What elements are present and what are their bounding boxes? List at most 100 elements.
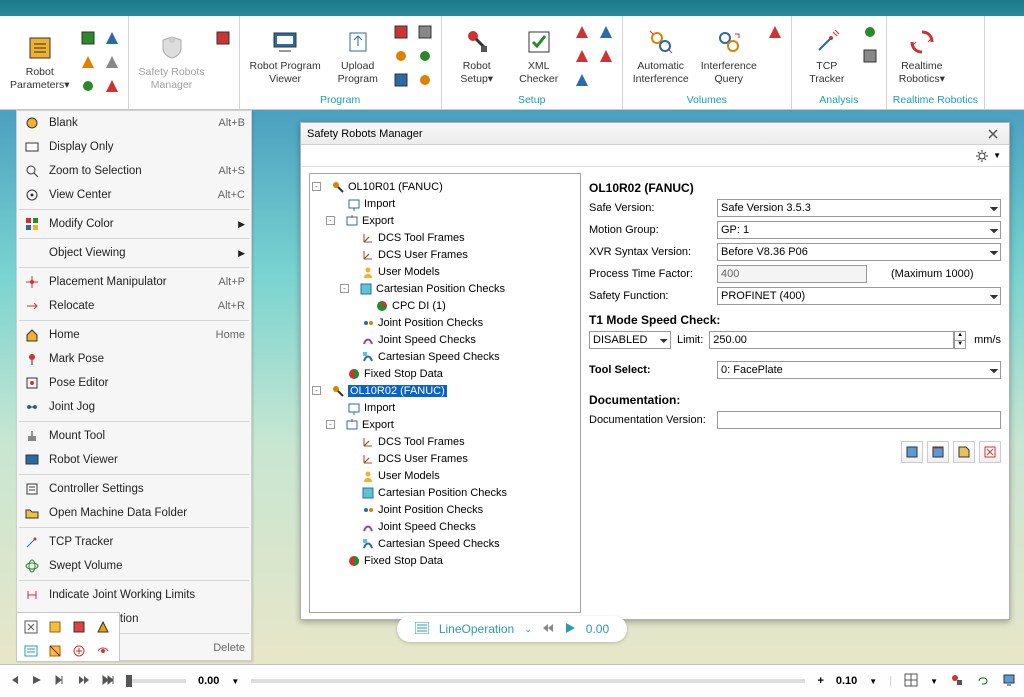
note-icon[interactable] [415,70,435,90]
mt-7[interactable] [69,641,89,661]
tree-node[interactable]: -OL10R01 (FANUC) [312,178,578,195]
gear-icon[interactable] [972,146,992,166]
ball-icon[interactable] [860,46,880,66]
grid-icon[interactable] [904,673,918,690]
viewport[interactable]: BlankAlt+BDisplay OnlyZoom to SelectionA… [0,110,1024,664]
mt-8[interactable] [93,641,113,661]
dialog-title-bar[interactable]: Safety Robots Manager [301,123,1009,145]
ribbon-query-button[interactable]: InterferenceQuery [697,24,761,86]
cube-icon[interactable] [102,76,122,96]
mt-5[interactable] [21,641,41,661]
menu-pose-editor[interactable]: Pose Editor [17,371,251,395]
robot-status-icon[interactable] [950,673,964,690]
menu-relocate[interactable]: RelocateAlt+R [17,294,251,318]
menu-joint-jog[interactable]: Joint Jog [17,395,251,419]
t1-mode-select[interactable]: DISABLED [589,331,671,349]
sq-icon[interactable] [572,22,592,42]
tree-node[interactable]: Fixed Stop Data [312,365,578,382]
tree-node[interactable]: -OL10R02 (FANUC) [312,382,578,399]
ribbon-robot-red-button[interactable]: RobotSetup▾ [448,24,506,86]
doc-btn-2[interactable] [927,441,949,463]
expand-icon[interactable]: - [326,216,335,225]
tree-node[interactable]: -Export [312,212,578,229]
menu-home[interactable]: HomeHome [17,323,251,347]
play-status-icon[interactable] [32,675,42,688]
tree-view[interactable]: -OL10R01 (FANUC)Import-ExportDCS Tool Fr… [309,173,581,613]
doc-ver-input[interactable] [717,411,1001,429]
ff-icon[interactable] [78,674,90,689]
doc-btn-1[interactable] [901,441,923,463]
spinner-icon[interactable]: ▲ ▼ [954,331,966,349]
operation-label[interactable]: LineOperation [439,622,514,636]
ribbon-upload-button[interactable]: UploadProgram [329,24,387,86]
gear-icon[interactable] [391,46,411,66]
t1-limit-input[interactable] [709,331,954,349]
tree-node[interactable]: DCS Tool Frames [312,433,578,450]
menu-zoom-to-selection[interactable]: Zoom to SelectionAlt+S [17,159,251,183]
up-icon[interactable] [415,22,435,42]
doc-btn-4[interactable] [979,441,1001,463]
tree-node[interactable]: -Cartesian Position Checks [312,280,578,297]
tree-node[interactable]: Cartesian Position Checks [312,484,578,501]
timeline-slider-main[interactable] [251,679,805,683]
menu-controller-settings[interactable]: Controller Settings [17,477,251,501]
expand-icon[interactable]: - [312,182,321,191]
menu-robot-viewer[interactable]: Robot Viewer [17,448,251,472]
tree-node[interactable]: DCS Tool Frames [312,229,578,246]
tree-node[interactable]: Joint Position Checks [312,314,578,331]
tree-node[interactable]: User Models [312,263,578,280]
tree-node[interactable]: Import [312,399,578,416]
ptf-input[interactable] [717,265,867,283]
hand2-icon[interactable] [596,46,616,66]
bolt-icon[interactable] [572,70,592,90]
monitor-status-icon[interactable] [1002,673,1016,690]
ribbon-tcp-button[interactable]: TCPTracker [798,24,856,86]
menu-tcp-tracker[interactable]: TCP Tracker [17,530,251,554]
box-icon[interactable] [78,76,98,96]
expand-icon[interactable]: - [326,420,335,429]
ribbon-check-button[interactable]: XMLChecker [510,24,568,86]
doc-icon[interactable] [391,22,411,42]
plus-icon[interactable]: + [817,675,823,687]
shield-icon[interactable] [213,28,233,48]
menu-open-machine-data-folder[interactable]: Open Machine Data Folder [17,501,251,525]
tree-node[interactable]: CPC DI (1) [312,297,578,314]
dot-icon[interactable] [860,22,880,42]
mt-4[interactable] [93,617,113,637]
ribbon-monitor-button[interactable]: Robot ProgramViewer [246,24,325,86]
chevron-down-icon[interactable]: ▼ [869,677,877,686]
tool-select[interactable]: 0: FacePlate [717,361,1001,379]
tree-node[interactable]: Joint Speed Checks [312,518,578,535]
menu-mount-tool[interactable]: Mount Tool [17,424,251,448]
close-icon[interactable] [983,124,1003,144]
list-icon[interactable] [415,622,429,637]
tree-node[interactable]: Joint Position Checks [312,501,578,518]
arrow-icon[interactable] [102,28,122,48]
expand-icon[interactable]: - [340,284,349,293]
robot-icon[interactable] [78,28,98,48]
menu-display-only[interactable]: Display Only [17,135,251,159]
tree-node[interactable]: Joint Speed Checks [312,331,578,348]
skip-back-icon[interactable] [8,674,20,689]
xvr-select[interactable]: Before V8.36 P06 [717,243,1001,261]
step-icon[interactable] [54,674,66,689]
chevron-down-icon[interactable]: ▼ [930,677,938,686]
menu-object-viewing[interactable]: Object Viewing▶ [17,241,251,265]
hand-icon[interactable] [102,52,122,72]
tree-node[interactable]: -Export [312,416,578,433]
play-icon[interactable] [564,622,576,637]
tree-node[interactable]: User Models [312,467,578,484]
tree-node[interactable]: Cartesian Speed Checks [312,348,578,365]
ribbon-rr-button[interactable]: RealtimeRobotics▾ [893,24,951,86]
mt-2[interactable] [45,617,65,637]
menu-mark-pose[interactable]: Mark Pose [17,347,251,371]
menu-modify-color[interactable]: Modify Color▶ [17,212,251,236]
db-icon[interactable] [415,46,435,66]
dropdown-arrow-icon[interactable]: ▼ [993,151,1001,160]
cal-icon[interactable] [572,46,592,66]
swap-icon[interactable] [391,70,411,90]
tree-node[interactable]: Cartesian Speed Checks [312,535,578,552]
tree-node[interactable]: DCS User Frames [312,246,578,263]
tree-node[interactable]: Import [312,195,578,212]
menu-blank[interactable]: BlankAlt+B [17,111,251,135]
